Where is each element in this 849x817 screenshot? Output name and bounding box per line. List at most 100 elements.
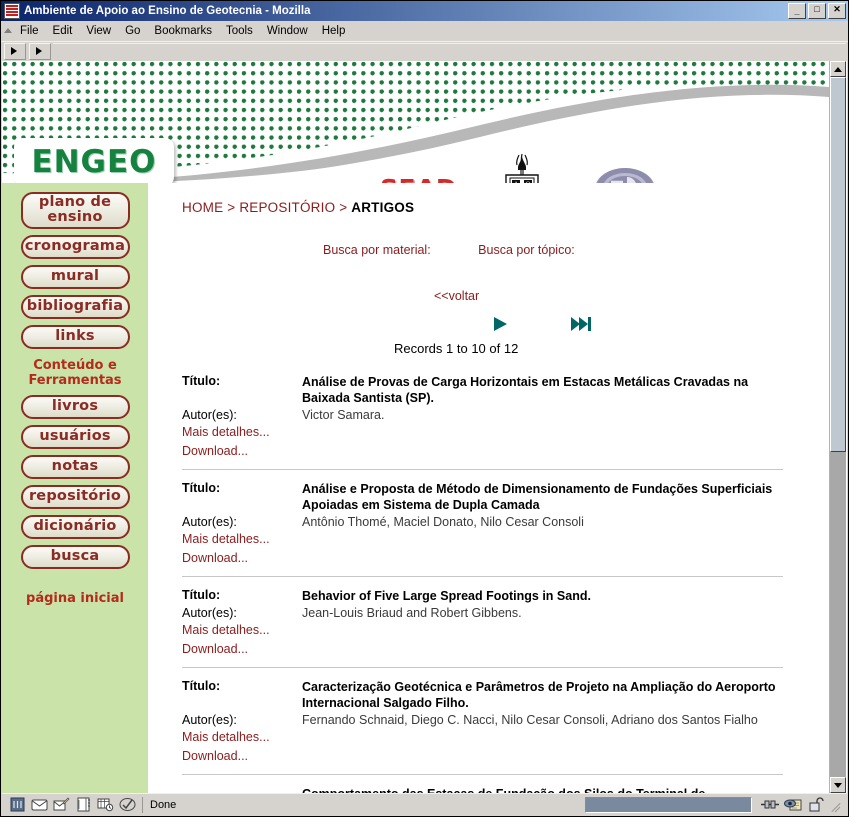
record-item: Título: Análise de Provas de Carga Horiz… (182, 372, 783, 470)
maximize-glyph: □ (814, 4, 820, 14)
vertical-scrollbar[interactable] (829, 61, 846, 793)
menu-item-view[interactable]: View (79, 24, 118, 38)
window-title: Ambiente de Apoio ao Ensino de Geotecnia… (24, 5, 311, 17)
search-row: Busca por material: Busca por tópico: (182, 243, 829, 257)
sidebar-item-notas[interactable]: notas (20, 455, 130, 479)
tasks-icon[interactable] (119, 797, 136, 812)
record-details-link[interactable]: Mais detalhes... (182, 530, 783, 549)
search-material-label: Busca por material: (323, 243, 431, 257)
close-glyph: ✕ (833, 4, 841, 14)
scroll-down-button[interactable] (830, 777, 846, 793)
menu-grip-icon[interactable] (4, 24, 12, 38)
scroll-up-button[interactable] (830, 61, 846, 77)
sidebar-item-links[interactable]: links (20, 325, 130, 349)
record-authors-value: Antônio Thomé, Maciel Donato, Nilo Cesar… (302, 515, 584, 529)
chevron-down-icon (834, 782, 842, 788)
sidebar-section-heading: Conteúdo e Ferramentas (2, 358, 148, 388)
resize-grip[interactable] (830, 798, 843, 811)
menu-item-bookmarks[interactable]: Bookmarks (147, 24, 219, 38)
play-next-icon[interactable] (491, 315, 511, 333)
record-title-value: Caracterização Geotécnica e Parâmetros d… (302, 680, 776, 710)
unlocked-padlock-icon[interactable] (807, 797, 824, 812)
minimize-button[interactable]: _ (788, 3, 806, 19)
browser-window: Ambiente de Apoio ao Ensino de Geotecnia… (0, 0, 849, 817)
record-item: Título: Behavior of Five Large Spread Fo… (182, 586, 783, 668)
record-authors-value: Jean-Louis Briaud and Robert Gibbens. (302, 606, 522, 620)
maximize-button[interactable]: □ (808, 3, 826, 19)
record-authors-value: Fernando Schnaid, Diego C. Nacci, Nilo C… (302, 713, 758, 727)
record-authors-label: Autor(es): (182, 713, 237, 727)
sidebar-item-plano-de-ensino[interactable]: plano de ensino (20, 192, 130, 229)
calendar-icon[interactable] (97, 797, 114, 812)
status-text: Done (142, 796, 585, 813)
record-download-link[interactable]: Download... (182, 442, 783, 461)
back-link[interactable]: <<voltar (182, 289, 829, 303)
pagination-controls (182, 315, 829, 333)
breadcrumb-current: ARTIGOS (351, 200, 415, 215)
scrollbar-thumb[interactable] (830, 77, 846, 452)
sidebar-heading-line2: Ferramentas (28, 373, 122, 388)
search-topic-label: Busca por tópico: (478, 243, 575, 257)
composer-icon[interactable] (53, 797, 70, 812)
university-shield-icon: A Q (505, 153, 539, 183)
connection-icon[interactable] (760, 797, 780, 812)
sidebar-item-cronograma[interactable]: cronograma (20, 235, 130, 259)
ead-oval-icon (596, 168, 654, 183)
sidebar-item-busca[interactable]: busca (20, 545, 130, 569)
page-body: plano de ensino cronograma mural bibliog… (2, 183, 829, 793)
scrollbar-track[interactable] (830, 77, 846, 777)
record-authors-label: Autor(es): (182, 515, 237, 529)
menu-item-window[interactable]: Window (260, 24, 315, 38)
chevron-up-icon (834, 66, 842, 72)
breadcrumb-home[interactable]: HOME (182, 200, 223, 215)
sidebar-label-line2: ensino (47, 209, 103, 225)
browser-icon[interactable] (9, 797, 26, 812)
record-title-value: Comportamento das Estacas de Fundação do… (302, 784, 783, 793)
personal-toolbar-handle[interactable] (29, 42, 51, 60)
mail-icon[interactable] (31, 797, 48, 812)
skip-to-last-icon[interactable] (569, 315, 593, 333)
status-component-icons (2, 796, 142, 813)
menu-item-help[interactable]: Help (315, 24, 353, 38)
record-download-link[interactable]: Download... (182, 549, 783, 568)
breadcrumb-repositorio[interactable]: REPOSITÓRIO (239, 200, 335, 215)
cookie-icon[interactable] (784, 797, 803, 812)
record-item: Comportamento das Estacas de Fundação do… (182, 784, 783, 793)
sidebar-item-mural[interactable]: mural (20, 265, 130, 289)
sidebar-item-dicionario[interactable]: dicionário (20, 515, 130, 539)
toolbar-filler (53, 43, 846, 59)
record-title-value: Análise de Provas de Carga Horizontais e… (302, 375, 749, 405)
records-summary: Records 1 to 10 of 12 (394, 341, 519, 356)
record-item: Título: Caracterização Geotécnica e Parâ… (182, 677, 783, 775)
menu-item-tools[interactable]: Tools (219, 24, 260, 38)
sidebar-item-bibliografia[interactable]: bibliografia (20, 295, 130, 319)
navigation-toolbar-handle[interactable] (4, 42, 26, 60)
menu-item-file[interactable]: File (13, 24, 46, 38)
sidebar-heading-line1: Conteúdo e (33, 358, 117, 373)
menu-item-edit[interactable]: Edit (46, 24, 80, 38)
page-viewport: ENGEO SEAD A Q (2, 61, 847, 793)
breadcrumb-sep-1: > (223, 200, 240, 215)
record-title-label: Título: (182, 588, 221, 602)
record-details-link[interactable]: Mais detalhes... (182, 621, 783, 640)
record-title-label: Título: (182, 679, 221, 693)
menu-item-go[interactable]: Go (118, 24, 147, 38)
engeo-logo-text: ENGEO (31, 144, 157, 180)
record-download-link[interactable]: Download... (182, 747, 783, 766)
sidebar-home-link[interactable]: página inicial (2, 591, 148, 606)
sidebar-label-line1: plano de (38, 194, 112, 210)
record-authors-label: Autor(es): (182, 606, 237, 620)
engeo-logo[interactable]: ENGEO (14, 138, 174, 183)
record-details-link[interactable]: Mais detalhes... (182, 728, 783, 747)
close-button[interactable]: ✕ (828, 3, 846, 19)
record-details-link[interactable]: Mais detalhes... (182, 423, 783, 442)
record-title-value: Behavior of Five Large Spread Footings i… (302, 589, 591, 603)
addressbook-icon[interactable] (75, 797, 92, 812)
title-bar: Ambiente de Apoio ao Ensino de Geotecnia… (1, 1, 848, 21)
sidebar-item-repositorio[interactable]: repositório (20, 485, 130, 509)
record-authors-label: Autor(es): (182, 408, 237, 422)
sidebar-item-livros[interactable]: livros (20, 395, 130, 419)
record-authors-value: Victor Samara. (302, 408, 385, 422)
record-download-link[interactable]: Download... (182, 640, 783, 659)
sidebar-item-usuarios[interactable]: usuários (20, 425, 130, 449)
